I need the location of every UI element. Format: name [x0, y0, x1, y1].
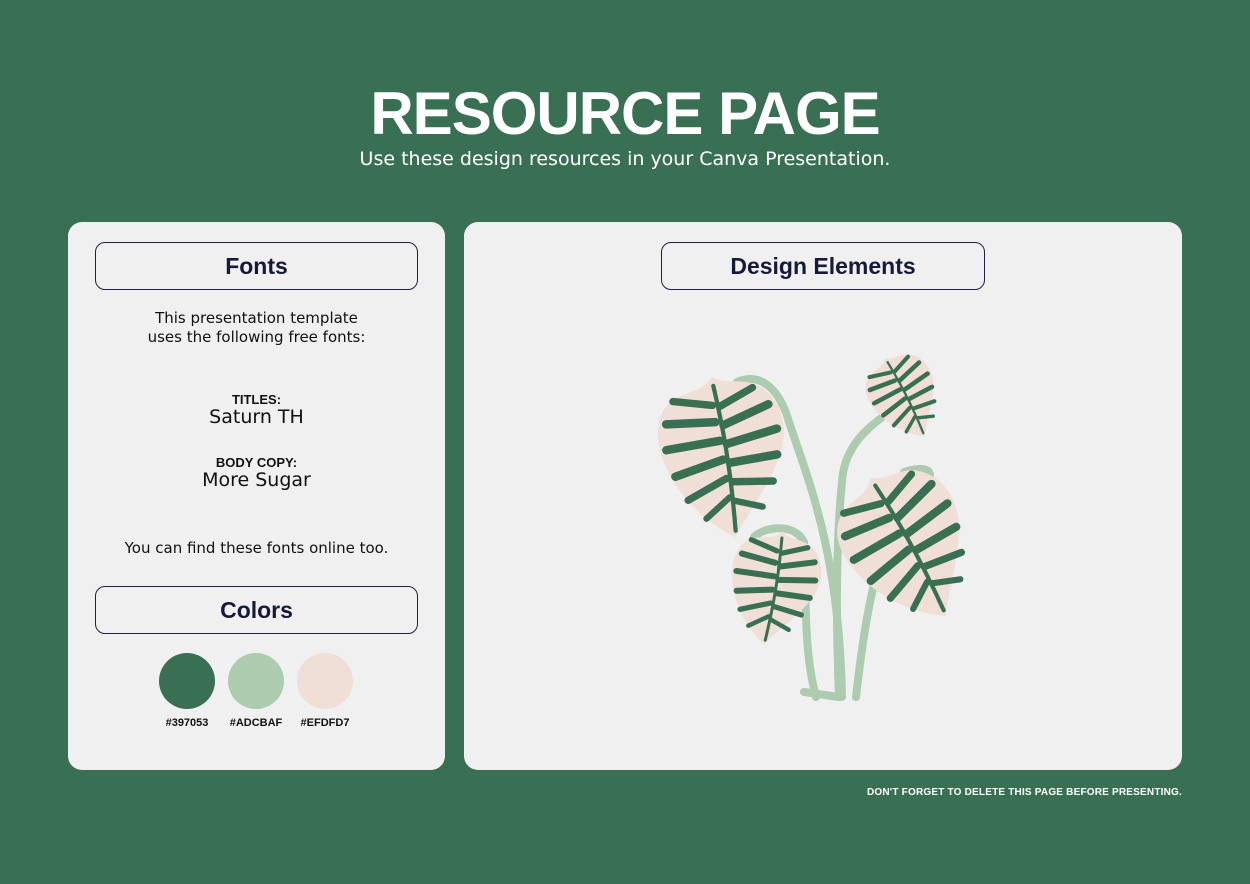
body-font-label: BODY COPY: [215, 455, 298, 470]
leaf-plant-illustration [464, 222, 1182, 701]
page-title: RESOURCE PAGE [370, 80, 880, 147]
color-label: #ADCBAF [229, 717, 283, 729]
titles-font-name: Saturn TH [209, 406, 304, 428]
fonts-heading: Fonts [95, 242, 418, 290]
colors-heading: Colors [95, 586, 418, 634]
footer-note: DON'T FORGET TO DELETE THIS PAGE BEFORE … [866, 787, 1182, 798]
color-swatch-sage [228, 653, 284, 709]
color-swatch-dark-green [159, 653, 215, 709]
fonts-colors-card: Fonts This presentation template uses th… [68, 222, 445, 770]
fonts-intro: This presentation template uses the foll… [68, 309, 445, 347]
fonts-intro-line2: uses the following free fonts: [147, 328, 366, 346]
page-subtitle: Use these design resources in your Canva… [359, 148, 891, 170]
titles-font-label: TITLES: [231, 392, 282, 407]
body-font-name: More Sugar [202, 469, 311, 491]
fonts-note: You can find these fonts online too. [124, 539, 389, 557]
color-label: #EFDFD7 [300, 717, 350, 729]
fonts-intro-line1: This presentation template [155, 309, 358, 327]
color-swatch-blush [297, 653, 353, 709]
color-label: #397053 [165, 717, 209, 729]
design-elements-card: Design Elements [464, 222, 1182, 770]
